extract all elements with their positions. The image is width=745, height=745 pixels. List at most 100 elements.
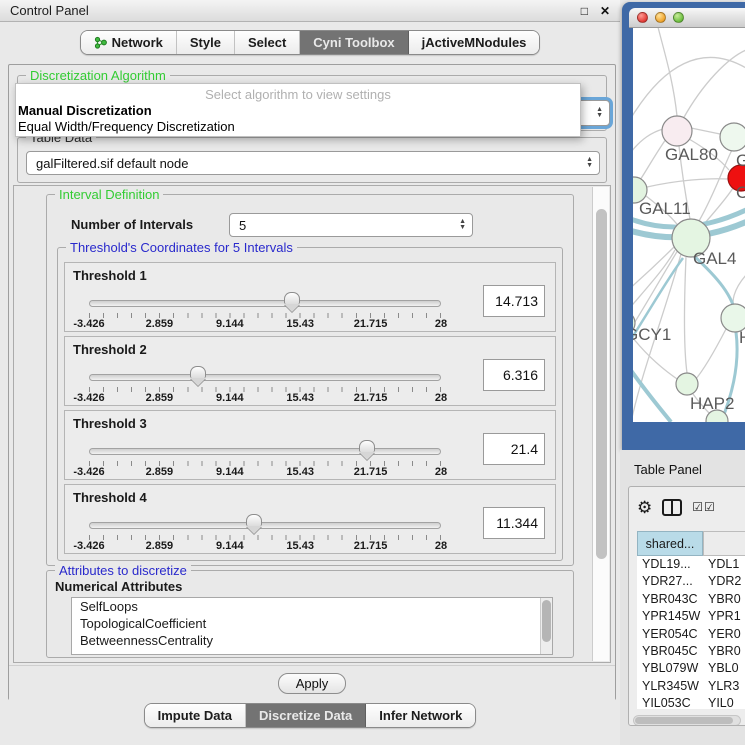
settings-scrollbar[interactable] xyxy=(592,187,609,661)
top-tabbar: Network Style Select Cyni Toolbox jActiv… xyxy=(0,30,620,55)
node-label-gal11: GAL11 xyxy=(639,199,691,218)
table-row[interactable]: YDR27...YDR2 xyxy=(637,573,745,590)
table-row[interactable]: YDL19...YDL1 xyxy=(637,556,745,573)
gear-icon[interactable]: ⚙ xyxy=(637,499,652,516)
algorithm-option-equal-width[interactable]: Equal Width/Frequency Discretization xyxy=(16,119,580,135)
threshold-3-slider[interactable] xyxy=(89,443,441,459)
threshold-1-slider-thumb[interactable] xyxy=(284,292,300,304)
threshold-1-value-field[interactable] xyxy=(483,285,545,317)
node-label-partial-h: H xyxy=(739,328,745,347)
table-row[interactable]: YBL079WYBL0 xyxy=(637,660,745,677)
network-icon xyxy=(94,36,107,49)
numerical-attributes-label: Numerical Attributes xyxy=(55,579,182,594)
table-panel: Table Panel ⚙ ☑☑ shared... n YDL19...YDL… xyxy=(620,450,745,745)
minimize-traffic-light-icon[interactable] xyxy=(655,12,666,23)
combo-spinner-icon: ▲▼ xyxy=(586,157,593,169)
tab-infer-network[interactable]: Infer Network xyxy=(366,704,475,727)
threshold-3-slider-thumb[interactable] xyxy=(359,440,375,452)
float-window-icon[interactable]: □ xyxy=(581,4,588,18)
node-table: shared... n YDL19...YDL1 YDR27...YDR2 YB… xyxy=(637,531,745,709)
list-item[interactable]: TopologicalCoefficient xyxy=(72,615,552,632)
table-data-group: Table Data galFiltered.sif default node … xyxy=(17,137,607,183)
combo-spinner-icon: ▲▼ xyxy=(459,219,466,231)
checkbox-icons[interactable]: ☑☑ xyxy=(692,500,716,514)
tab-cyni-toolbox[interactable]: Cyni Toolbox xyxy=(300,31,408,54)
scrollbar-thumb[interactable] xyxy=(596,209,607,559)
settings-scrollpane: Interval Definition Number of Intervals … xyxy=(13,185,611,663)
tab-network[interactable]: Network xyxy=(81,31,177,54)
threshold-2-slider-thumb[interactable] xyxy=(190,366,206,378)
discretization-algorithm-group-title: Discretization Algorithm xyxy=(26,68,170,83)
network-node-gal80[interactable] xyxy=(662,116,692,146)
algorithm-placeholder: Select algorithm to view settings xyxy=(16,84,580,103)
attributes-group-title: Attributes to discretize xyxy=(55,563,191,578)
network-window-titlebar[interactable] xyxy=(629,8,745,28)
table-row[interactable]: YER054CYER0 xyxy=(637,626,745,643)
threshold-4-slider-thumb[interactable] xyxy=(246,514,262,526)
node-label-gal80: GAL80 xyxy=(665,145,718,164)
attributes-group: Attributes to discretize Numerical Attri… xyxy=(46,570,574,658)
apply-strip: Apply xyxy=(9,665,615,700)
algorithm-dropdown-popup: Select algorithm to view settings Manual… xyxy=(15,83,581,137)
threshold-4-slider[interactable] xyxy=(89,517,441,533)
threshold-4-value-field[interactable] xyxy=(483,507,545,539)
network-node-top-right[interactable] xyxy=(720,123,745,151)
table-row[interactable]: YIL053CYIL0 xyxy=(637,695,745,709)
list-scrollbar[interactable] xyxy=(540,598,552,654)
combo-spinner-icon: ▲▼ xyxy=(596,107,603,119)
threshold-4-panel: Threshold 4 -3.426 2.859 9.144 15.43 21.… xyxy=(64,484,556,554)
interval-definition-group: Interval Definition Number of Intervals … xyxy=(46,194,574,566)
zoom-traffic-light-icon[interactable] xyxy=(673,12,684,23)
number-of-intervals-select[interactable]: 5 ▲▼ xyxy=(229,213,473,237)
network-canvas[interactable]: GAL80 G. C GAL11 GAL4 GCY1 H HAP2 xyxy=(633,28,745,422)
table-rows: YDL19...YDL1 YDR27...YDR2 YBR043CYBR0 YP… xyxy=(637,556,745,709)
table-row[interactable]: YBR045CYBR0 xyxy=(637,643,745,660)
numerical-attributes-list: SelfLoops TopologicalCoefficient Between… xyxy=(71,597,553,655)
thresholds-group: Threshold's Coordinates for 5 Intervals … xyxy=(57,247,563,561)
network-view-window: GAL80 G. C GAL11 GAL4 GCY1 H HAP2 xyxy=(622,2,745,450)
threshold-2-value-field[interactable] xyxy=(483,359,545,391)
threshold-2-panel: Threshold 2 -3.426 2.859 9.144 15.43 21.… xyxy=(64,336,556,406)
node-label-gal4: GAL4 xyxy=(693,249,736,268)
node-label-gcy1: GCY1 xyxy=(633,325,671,344)
threshold-3-panel: Threshold 3 -3.426 2.859 9.144 15.43 21.… xyxy=(64,410,556,480)
threshold-3-value-field[interactable] xyxy=(483,433,545,465)
window-title: Control Panel xyxy=(10,3,89,18)
tab-select[interactable]: Select xyxy=(235,31,300,54)
interval-definition-title: Interval Definition xyxy=(55,187,163,202)
algorithm-option-manual[interactable]: Manual Discretization xyxy=(16,103,580,119)
threshold-2-slider[interactable] xyxy=(89,369,441,385)
table-row[interactable]: YBR043CYBR0 xyxy=(637,591,745,608)
node-label-partial-g: G. xyxy=(736,151,745,170)
tab-jactivemnodules[interactable]: jActiveMNodules xyxy=(409,31,540,54)
scrollbar-thumb[interactable] xyxy=(635,717,733,724)
threshold-1-slider[interactable] xyxy=(89,295,441,311)
table-row[interactable]: YLR345WYLR3 xyxy=(637,678,745,695)
list-item[interactable]: BetweennessCentrality xyxy=(72,632,552,649)
node-label-hap2: HAP2 xyxy=(690,394,734,413)
control-panel-window: Control Panel □ ✕ Network Style Select C… xyxy=(0,0,620,745)
bottom-tabbar: Impute Data Discretize Data Infer Networ… xyxy=(0,703,620,728)
table-panel-body: ⚙ ☑☑ shared... n YDL19...YDL1 YDR27...YD… xyxy=(628,486,745,726)
network-node-hap2[interactable] xyxy=(676,373,698,395)
tab-impute-data[interactable]: Impute Data xyxy=(145,704,246,727)
apply-button[interactable]: Apply xyxy=(278,673,346,694)
node-label-partial-c: C xyxy=(736,183,745,202)
close-traffic-light-icon[interactable] xyxy=(637,12,648,23)
table-horizontal-scrollbar[interactable] xyxy=(633,715,741,726)
column-header-shared-name[interactable]: shared... xyxy=(637,531,703,556)
close-window-icon[interactable]: ✕ xyxy=(600,4,610,18)
column-header-name[interactable]: n xyxy=(703,531,745,556)
threshold-1-panel: Threshold 1 -3.426 2.859 9.144 15.43 21.… xyxy=(64,262,556,332)
table-panel-title: Table Panel xyxy=(634,462,702,477)
tab-discretize-data[interactable]: Discretize Data xyxy=(246,704,366,727)
split-columns-icon[interactable] xyxy=(662,499,682,516)
table-panel-toolbar: ⚙ ☑☑ xyxy=(629,487,745,527)
cyni-toolbox-panel: Discretization Algorithm ▲▼ Select algor… xyxy=(8,64,616,700)
table-header-row: shared... n xyxy=(637,531,745,556)
table-row[interactable]: YPR145WYPR1 xyxy=(637,608,745,625)
tab-style[interactable]: Style xyxy=(177,31,235,54)
table-data-select[interactable]: galFiltered.sif default node ▲▼ xyxy=(26,151,600,175)
number-of-intervals-label: Number of Intervals xyxy=(71,217,193,232)
list-item[interactable]: SelfLoops xyxy=(72,598,552,615)
